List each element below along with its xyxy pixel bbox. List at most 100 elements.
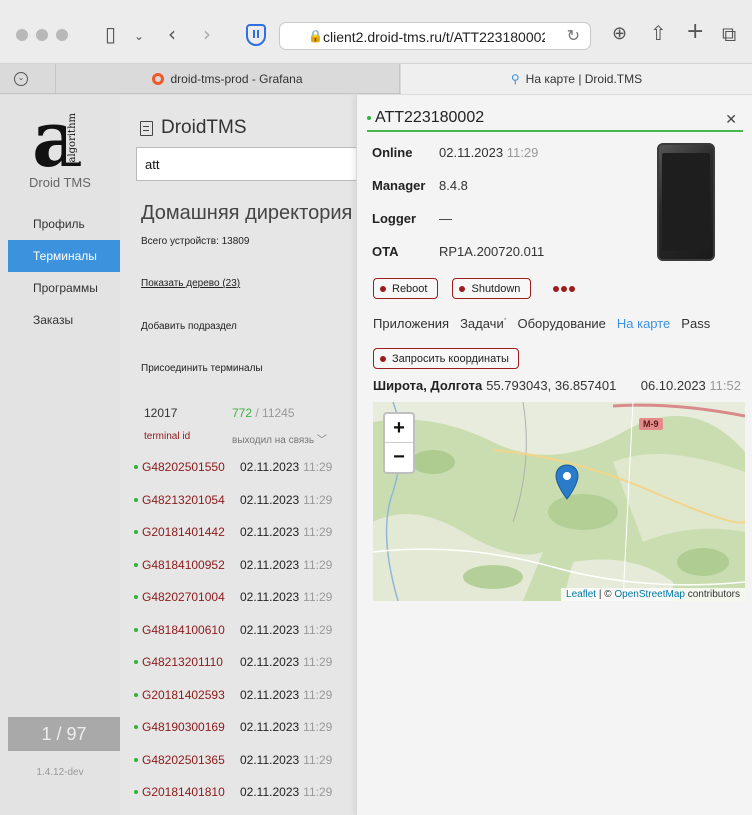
info-label: Online: [372, 145, 413, 160]
tasks-marker: *: [503, 317, 507, 325]
table-row[interactable]: G20181401810 02.11.2023 11:29: [134, 776, 364, 809]
tab-applications[interactable]: Приложения: [373, 316, 449, 331]
map-marker-icon[interactable]: [555, 464, 579, 500]
last-contact-time: 11:29: [303, 525, 333, 540]
reload-icon[interactable]: ↻: [567, 26, 580, 46]
last-contact-time: 11:29: [303, 785, 333, 800]
terminal-id[interactable]: G48184100952: [142, 558, 240, 572]
coordinates-timestamp: 06.10.2023 11:52: [641, 378, 741, 393]
map-tiles[interactable]: [373, 402, 745, 601]
tab-tasks[interactable]: Задачи*: [460, 316, 506, 331]
sidebar-item-orders[interactable]: Заказы: [8, 304, 120, 336]
tab-pass[interactable]: Pass: [681, 316, 710, 331]
terminal-id[interactable]: G48202701004: [142, 590, 240, 604]
sidebar: a algorithm Droid TMS Профиль Терминалы …: [0, 95, 120, 815]
tab-grafana[interactable]: droid-tms-prod - Grafana: [55, 64, 400, 94]
terminal-id[interactable]: G48202501365: [142, 753, 240, 767]
sidebar-item-profile[interactable]: Профиль: [8, 208, 120, 240]
table-row[interactable]: G48202501550 02.11.2023 11:29: [134, 451, 364, 484]
download-icon[interactable]: ⊕: [612, 24, 627, 44]
search-input[interactable]: [136, 147, 376, 181]
request-coordinates-button[interactable]: Запросить координаты: [373, 348, 519, 369]
online-count: 772 / 11245: [232, 406, 295, 420]
button-dot-icon: [459, 285, 466, 292]
page-indicator[interactable]: 1 / 97: [8, 717, 120, 751]
terminal-id[interactable]: G20181401442: [142, 525, 240, 539]
last-contact-date: 02.11.2023: [240, 687, 300, 702]
chevron-down-icon[interactable]: ⌄: [134, 26, 144, 46]
sidebar-item-programs[interactable]: Программы: [8, 272, 120, 304]
tab-hardware[interactable]: Оборудование: [517, 316, 605, 331]
share-icon[interactable]: ⇧: [650, 23, 667, 43]
attach-terminals-link[interactable]: Присоединить терминалы: [141, 363, 263, 374]
column-terminal-id[interactable]: terminal id: [144, 431, 190, 442]
zoom-window-button[interactable]: [56, 29, 68, 41]
online-dot-icon: [134, 757, 138, 762]
last-contact-date: 02.11.2023: [240, 590, 300, 605]
minimize-window-button[interactable]: [36, 29, 48, 41]
info-value: RP1A.200720.011: [439, 244, 545, 259]
logo-caption: Droid TMS: [29, 175, 91, 190]
pinned-tab-icon[interactable]: ⌄: [14, 72, 28, 86]
table-row[interactable]: G48184100952 02.11.2023 11:29: [134, 549, 364, 582]
window-controls: [16, 29, 68, 41]
last-contact-date: 02.11.2023: [240, 492, 300, 507]
tab-label: На карте | Droid.TMS: [525, 72, 643, 86]
zoom-in-button[interactable]: +: [385, 414, 413, 443]
grafana-icon: [152, 73, 165, 85]
info-manager: Manager 8.4.8: [372, 178, 632, 211]
online-total: 11245: [262, 406, 295, 420]
reboot-button[interactable]: Reboot: [373, 278, 439, 299]
terminal-id[interactable]: G48190300169: [142, 720, 240, 734]
document-icon: [140, 120, 153, 136]
back-icon[interactable]: ‹: [168, 24, 176, 44]
table-row[interactable]: G20181401442 02.11.2023 11:29: [134, 516, 364, 549]
close-icon[interactable]: ✕: [725, 111, 737, 128]
table-row[interactable]: G48202701004 02.11.2023 11:29: [134, 581, 364, 614]
osm-link[interactable]: OpenStreetMap: [614, 589, 685, 600]
sidebar-item-terminals[interactable]: Терминалы: [8, 240, 120, 272]
terminal-id[interactable]: G48202501550: [142, 460, 240, 474]
leaflet-link[interactable]: Leaflet: [566, 589, 596, 600]
online-dot-icon: [134, 595, 138, 600]
found-count: 12017: [144, 406, 178, 420]
map[interactable]: + − M-9 Leaflet | © OpenStreetMap contri…: [373, 402, 745, 601]
address-bar[interactable]: 🔒 client2.droid-tms.ru/t/ATT223180002/ ↻: [279, 22, 591, 50]
close-window-button[interactable]: [16, 29, 28, 41]
terminal-id[interactable]: G20181402593: [142, 688, 240, 702]
url-text[interactable]: client2.droid-tms.ru/t/ATT223180002/: [323, 29, 545, 45]
tab-droid-tms[interactable]: ⚲ На карте | Droid.TMS: [401, 64, 752, 94]
zoom-out-button[interactable]: −: [385, 443, 413, 472]
table-row[interactable]: G48190300169 02.11.2023 11:29: [134, 711, 364, 744]
terminal-id[interactable]: G20181401810: [142, 785, 240, 799]
terminal-id[interactable]: G48213201110: [142, 655, 240, 669]
shutdown-button[interactable]: Shutdown: [452, 278, 532, 299]
shield-icon[interactable]: [246, 24, 266, 46]
column-last-contact-label: выходил на связь: [232, 435, 315, 446]
tab-overview-icon[interactable]: ⧉: [722, 24, 736, 44]
table-row[interactable]: G48213201110 02.11.2023 11:29: [134, 646, 364, 679]
column-last-contact[interactable]: выходил на связь ﹀: [232, 431, 327, 446]
map-pin-icon: ⚲: [510, 72, 520, 86]
device-screen: [662, 153, 710, 251]
terminal-id[interactable]: G48213201054: [142, 493, 240, 507]
last-contact-time: 11:29: [303, 590, 333, 605]
forward-icon[interactable]: ›: [203, 24, 211, 44]
table-row[interactable]: G48202501365 02.11.2023 11:29: [134, 744, 364, 777]
new-tab-icon[interactable]: +: [686, 21, 704, 43]
coordinates-row: Широта, Долгота 55.793043, 36.857401 06.1…: [373, 378, 743, 393]
road-label: M-9: [639, 418, 663, 430]
table-row[interactable]: G48184100610 02.11.2023 11:29: [134, 614, 364, 647]
table-row[interactable]: G20181402593 02.11.2023 11:29: [134, 679, 364, 712]
online-dot-icon: [134, 627, 138, 632]
coordinates-time: 11:52: [709, 378, 741, 393]
tab-on-map[interactable]: На карте: [617, 316, 670, 331]
table-row[interactable]: G48213201054 02.11.2023 11:29: [134, 484, 364, 517]
add-subsection-link[interactable]: Добавить подраздел: [141, 321, 237, 332]
more-actions-icon[interactable]: [553, 285, 576, 292]
sidebar-toggle-icon[interactable]: ▯: [105, 24, 116, 44]
show-tree-link[interactable]: Показать дерево (23): [141, 278, 240, 289]
sort-chevron-icon: ﹀: [316, 435, 327, 446]
sidebar-nav: Профиль Терминалы Программы Заказы: [8, 208, 120, 336]
terminal-id[interactable]: G48184100610: [142, 623, 240, 637]
